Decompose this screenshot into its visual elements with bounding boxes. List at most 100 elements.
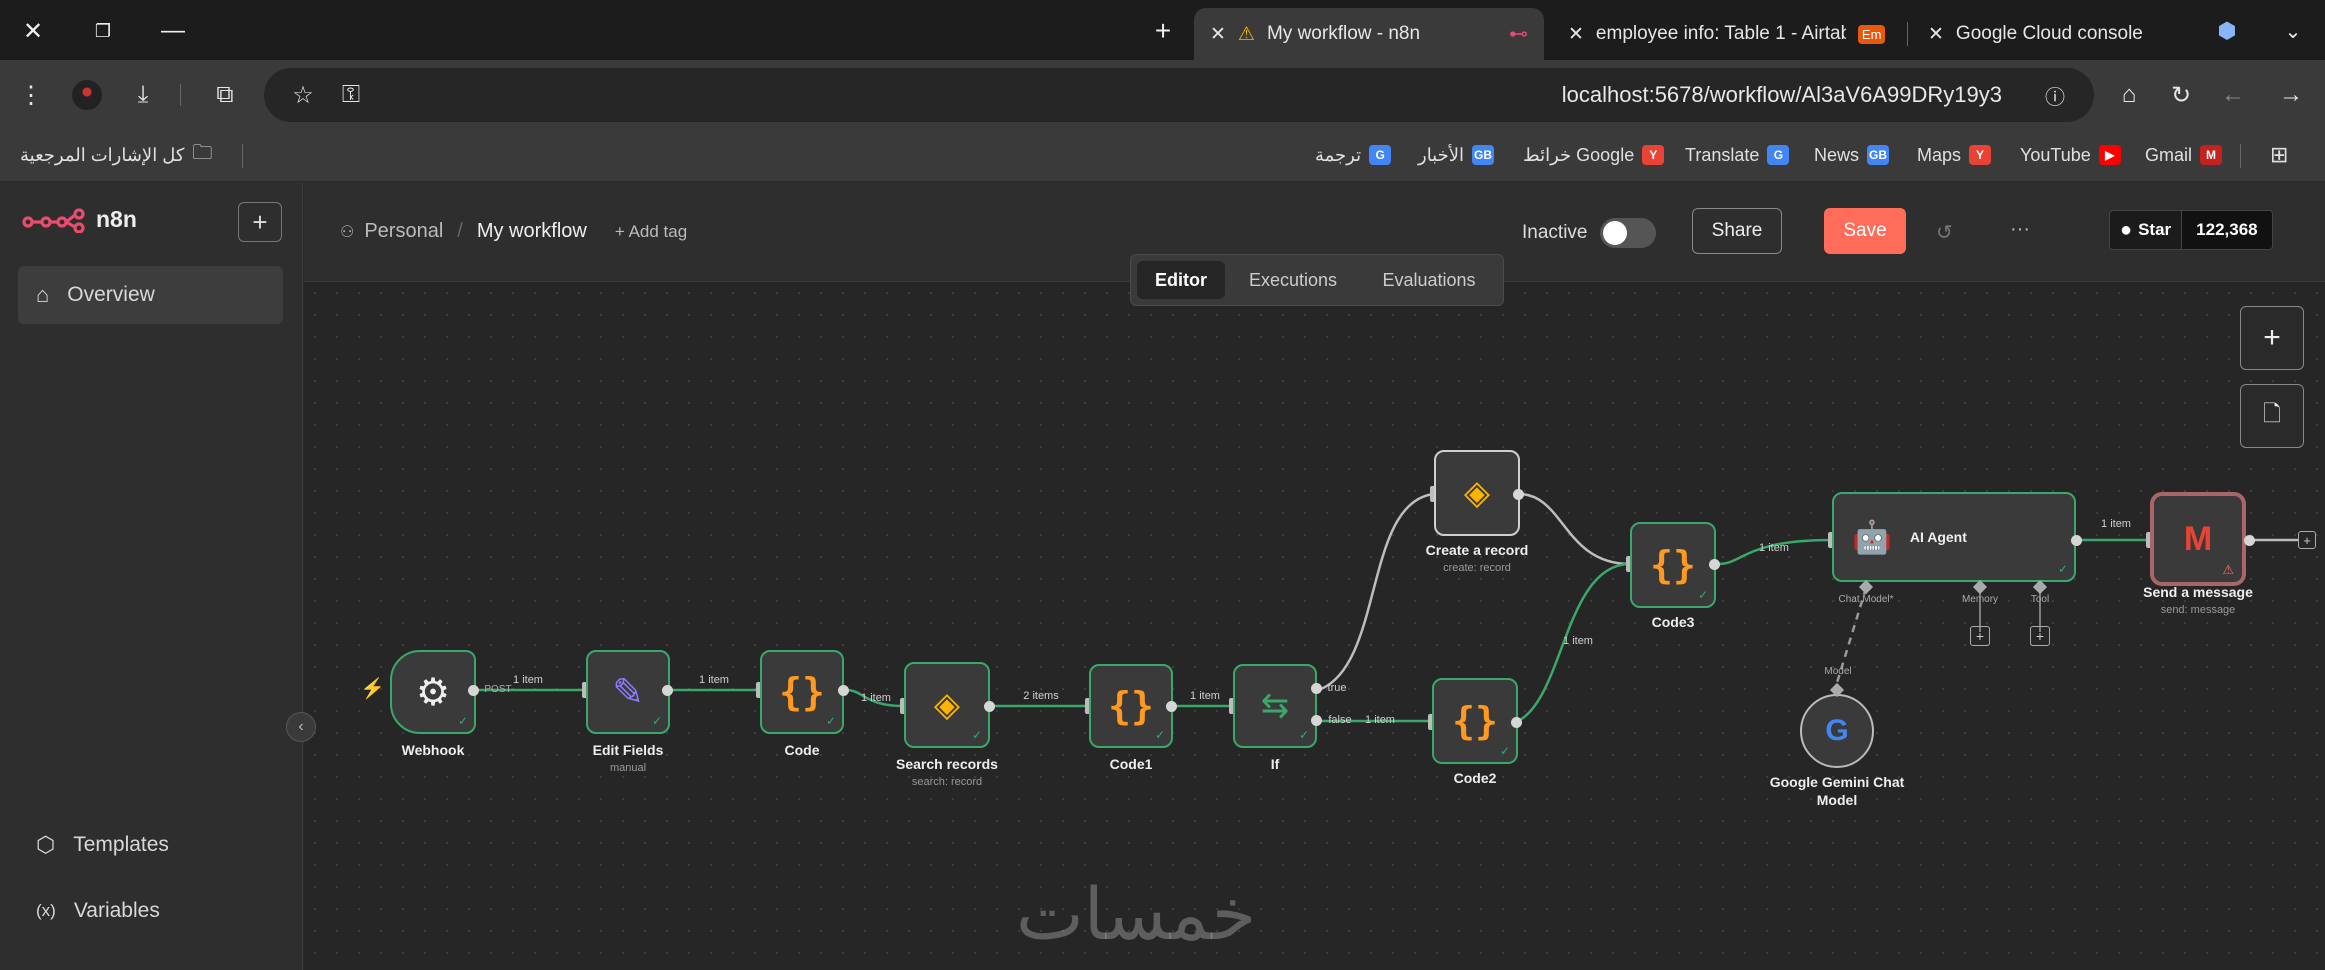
success-check-icon: ✓ xyxy=(651,714,662,728)
bookmark-news-ar[interactable]: الأخبار GB xyxy=(1418,138,1495,172)
collapse-sidebar-button[interactable]: ‹ xyxy=(286,712,316,742)
bookmark-label: YouTube xyxy=(2020,144,2091,165)
add-memory-button[interactable]: + xyxy=(1970,626,1990,646)
node-code[interactable]: {} ✓ xyxy=(760,650,844,734)
download-icon[interactable]: ⤓ xyxy=(124,76,162,114)
new-tab-icon[interactable]: + xyxy=(1146,14,1180,48)
key-icon[interactable]: ⚿ xyxy=(332,76,370,114)
extension-puzzle-icon[interactable]: ⧉ xyxy=(206,76,244,114)
bookmark-star-icon[interactable]: ☆ xyxy=(284,76,322,114)
success-check-icon: ✓ xyxy=(971,728,982,742)
close-tab-icon[interactable]: ✕ xyxy=(1568,23,1584,46)
github-star-button[interactable]: ● Star 122,368 xyxy=(2109,210,2273,250)
tab-search-icon[interactable]: ⌄ xyxy=(2276,14,2310,48)
tab-airtable[interactable]: ✕ employee info: Table 1 - Airtabl Em xyxy=(1552,8,1922,60)
node-edit-fields[interactable]: ✎ ✓ xyxy=(586,650,670,734)
sidebar-item-overview[interactable]: ⌂ Overview xyxy=(18,266,283,324)
tab-google-cloud[interactable]: ✕ Google Cloud console xyxy=(1912,8,2172,60)
output-port[interactable] xyxy=(984,701,995,712)
node-label: If xyxy=(1270,756,1280,772)
profile-avatar[interactable] xyxy=(68,76,106,114)
node-code3[interactable]: {} ✓ xyxy=(1630,522,1716,608)
output-port[interactable] xyxy=(1511,717,1522,728)
tab-badge: Em xyxy=(1857,24,1886,44)
bookmarks-bar: ⊞ Gmail M YouTube ▶ Maps Y News GB Translate… xyxy=(0,130,2325,182)
bookmark-news[interactable]: News GB xyxy=(1814,138,1890,172)
bookmark-gmail[interactable]: Gmail M xyxy=(2145,138,2223,172)
node-ai-agent[interactable]: 🤖 AI Agent ✓ xyxy=(1832,492,2076,582)
home-icon[interactable]: ⌂ xyxy=(2110,76,2148,114)
bookmark-label: Gmail xyxy=(2145,144,2193,165)
breadcrumb-owner[interactable]: Personal xyxy=(364,220,443,243)
extensions-icon[interactable]: ⬢ xyxy=(2210,14,2244,48)
success-check-icon: ✓ xyxy=(1154,728,1165,742)
n8n-logo[interactable]: n8n xyxy=(22,206,137,233)
node-gemini-chat-model[interactable]: G xyxy=(1800,694,1874,768)
box-icon: ⬡ xyxy=(36,832,56,857)
google-icon: G xyxy=(1825,714,1849,747)
add-next-node-button[interactable]: + xyxy=(2298,531,2316,549)
save-button[interactable]: Save xyxy=(1824,208,1906,254)
minimize-window-icon[interactable]: — xyxy=(156,14,190,48)
node-search-records[interactable]: ◈ ✓ xyxy=(904,662,990,748)
add-tool-button[interactable]: + xyxy=(2030,626,2050,646)
node-if[interactable]: ⇆ ✓ xyxy=(1233,664,1317,748)
bookmark-youtube[interactable]: YouTube ▶ xyxy=(2020,138,2121,172)
node-label-line2: Model xyxy=(1816,792,1858,808)
bookmark-maps[interactable]: Maps Y xyxy=(1917,138,1992,172)
active-toggle[interactable] xyxy=(1600,218,1656,248)
workflow-name[interactable]: My workflow xyxy=(477,220,587,243)
back-icon[interactable]: ← xyxy=(2214,76,2252,114)
all-bookmarks[interactable]: كل الإشارات المرجعية 🗀 xyxy=(20,138,212,172)
sidebar-item-templates[interactable]: ⬡ Templates xyxy=(18,816,283,874)
history-icon[interactable]: ↺ xyxy=(1936,220,1953,245)
output-port[interactable] xyxy=(662,685,673,696)
url-text[interactable]: localhost:5678/workflow/Al3aV6A99DRy19y3 xyxy=(1562,82,2002,108)
success-check-icon: ✓ xyxy=(2057,562,2068,576)
bookmark-google-maps-ar[interactable]: خرائط Google Y xyxy=(1523,138,1665,172)
node-webhook[interactable]: ⚙ ✓ xyxy=(390,650,476,734)
output-port[interactable] xyxy=(468,685,479,696)
sidebar-item-variables[interactable]: (x) Variables xyxy=(18,882,283,940)
node-label: Code3 xyxy=(1651,614,1695,630)
node-send-message[interactable]: M ⚠ xyxy=(2150,492,2246,586)
close-window-icon[interactable]: ✕ xyxy=(16,14,50,48)
node-label: Webhook xyxy=(401,742,465,758)
bookmark-translate[interactable]: Translate G xyxy=(1685,138,1790,172)
pencil-icon: ✎ xyxy=(612,671,644,714)
edge-label: 2 items xyxy=(1023,690,1059,702)
add-tag-button[interactable]: + Add tag xyxy=(615,222,687,242)
site-info-icon[interactable]: ⓘ xyxy=(2036,76,2074,114)
node-code1[interactable]: {} ✓ xyxy=(1089,664,1173,748)
forward-icon[interactable]: → xyxy=(2272,76,2310,114)
output-port[interactable] xyxy=(1709,559,1720,570)
bookmark-label: خرائط Google xyxy=(1523,144,1635,165)
node-create-record[interactable]: ◈ xyxy=(1434,450,1520,536)
reload-icon[interactable]: ↻ xyxy=(2162,76,2200,114)
restore-window-icon[interactable]: ❐ xyxy=(86,14,120,48)
close-tab-icon[interactable]: ✕ xyxy=(1928,23,1944,46)
output-port[interactable] xyxy=(1166,701,1177,712)
workflow-canvas[interactable]: Editor Executions Evaluations + 🗋 ⚡ ⚙ ✓ … xyxy=(304,254,2325,970)
output-port-true[interactable] xyxy=(1311,683,1322,694)
apps-grid-icon[interactable]: ⊞ xyxy=(2270,138,2288,172)
output-port-false[interactable] xyxy=(1311,715,1322,726)
edge-label: 1 item xyxy=(513,674,543,686)
more-options-button[interactable]: ··· xyxy=(2010,218,2030,241)
home-icon: ⌂ xyxy=(36,282,50,307)
close-tab-icon[interactable]: ✕ xyxy=(1210,23,1226,46)
node-code2[interactable]: {} ✓ xyxy=(1432,678,1518,764)
output-port[interactable] xyxy=(2244,535,2255,546)
create-button[interactable]: + xyxy=(238,202,282,242)
tool-label: Tool xyxy=(2030,594,2050,605)
output-port[interactable] xyxy=(1513,489,1524,500)
node-subtitle: manual xyxy=(609,762,647,774)
tab-n8n[interactable]: ✕ ⚠ My workflow - n8n ⊷ xyxy=(1194,8,1544,60)
bookmark-translate-ar[interactable]: ترجمة G xyxy=(1315,138,1392,172)
menu-icon[interactable]: ⋮ xyxy=(12,76,50,114)
share-button[interactable]: Share xyxy=(1692,208,1782,254)
warning-icon: ⚠ xyxy=(1237,23,1255,45)
output-port[interactable] xyxy=(838,685,849,696)
address-bar[interactable]: ☆ ⚿ localhost:5678/workflow/Al3aV6A99DRy… xyxy=(264,68,2094,122)
output-port[interactable] xyxy=(2071,535,2082,546)
